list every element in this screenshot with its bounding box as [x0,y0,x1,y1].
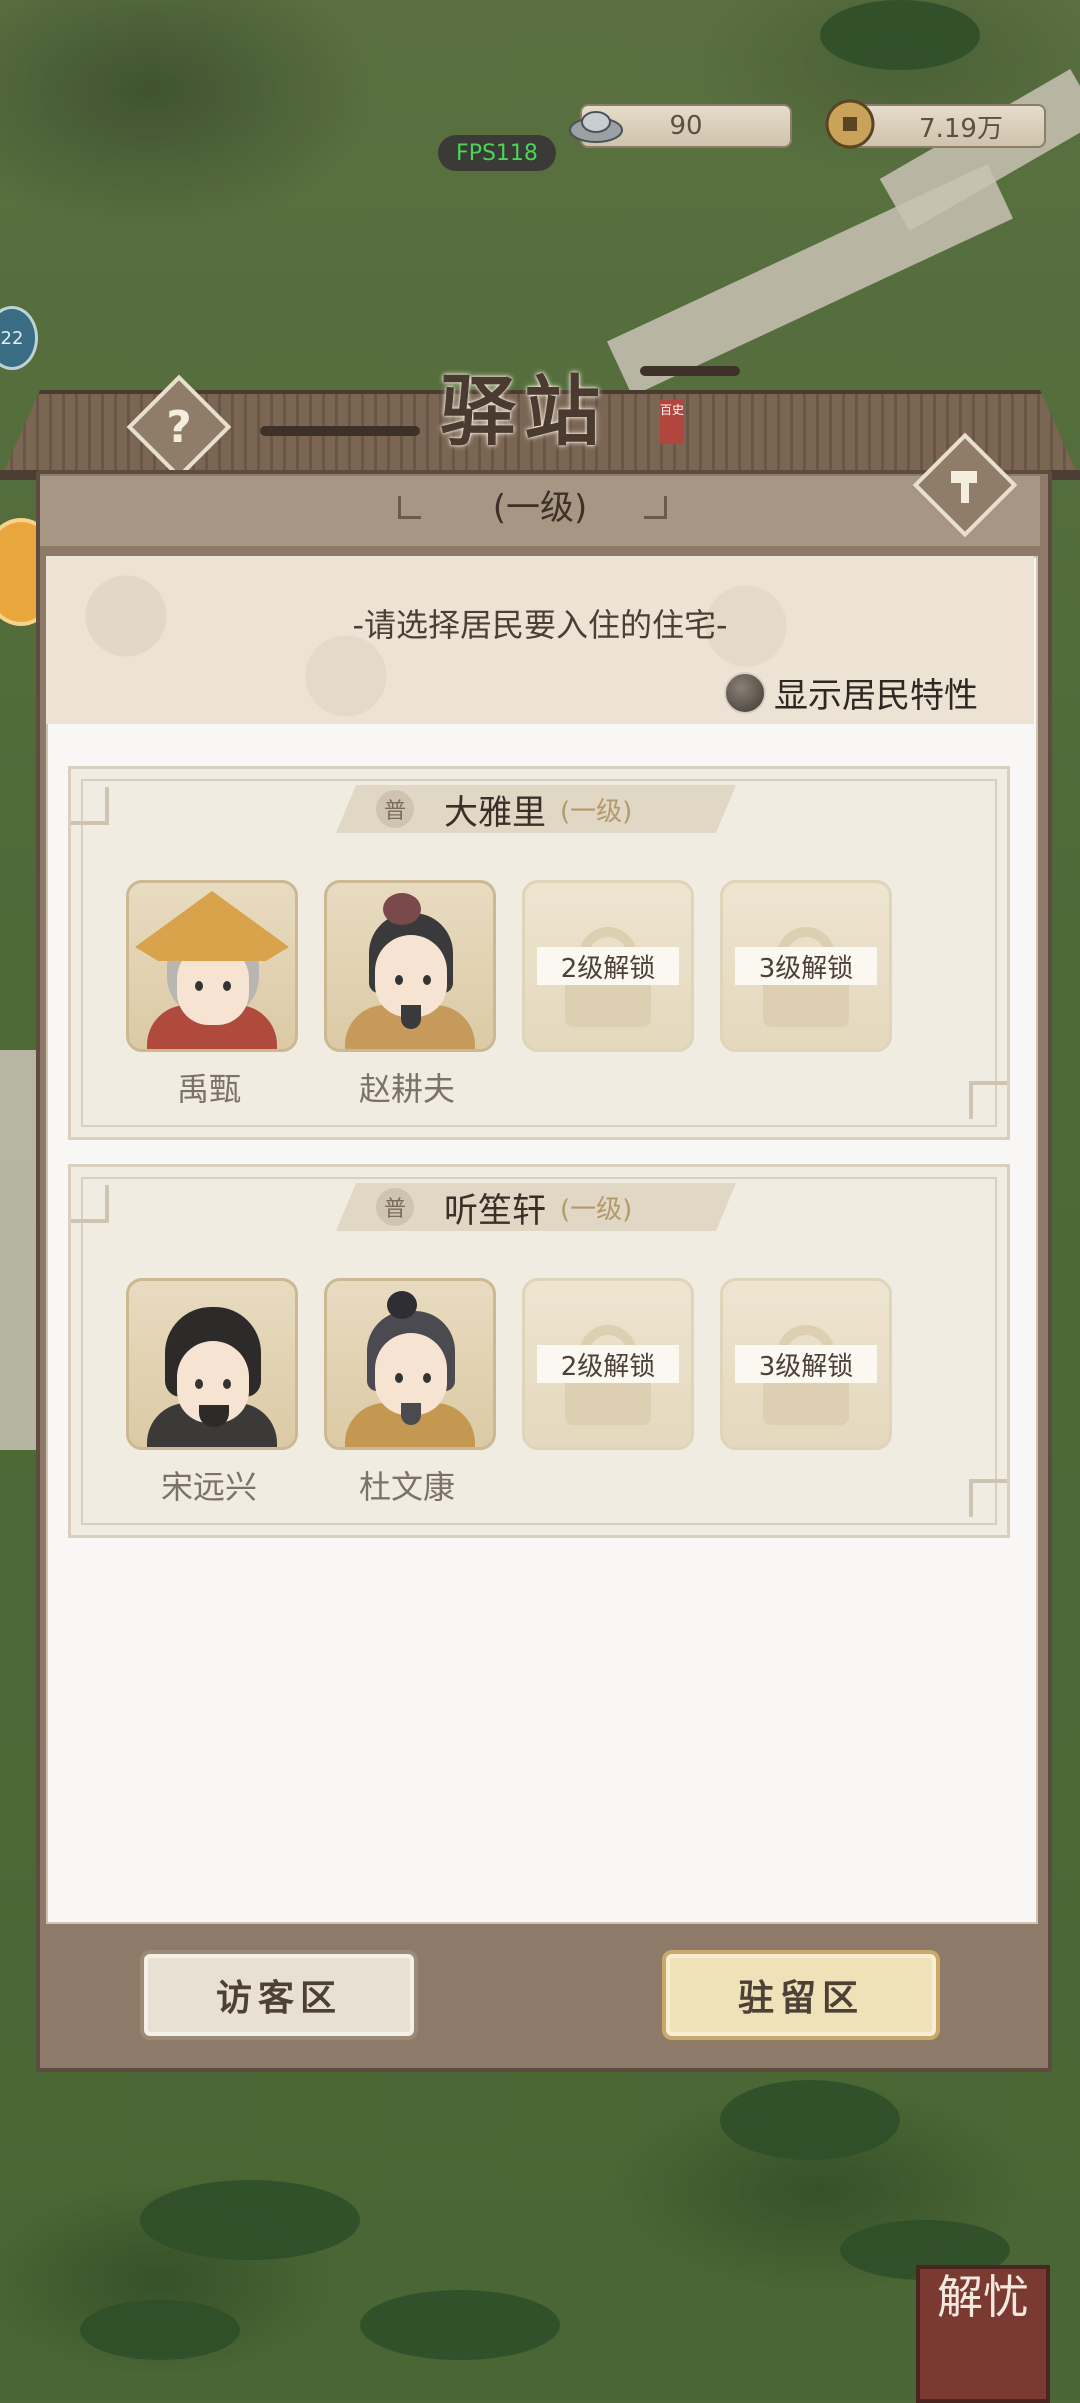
title-seal-text: 百史 [660,403,685,417]
tree [140,2180,360,2260]
show-traits-toggle[interactable]: 显示居民特性 [724,668,978,717]
house-name: 大雅里 [444,792,546,833]
select-house-prompt: -请选择居民要入住的住宅- [352,606,728,644]
resident-slot[interactable] [324,1278,496,1450]
jieyou-button[interactable]: 解忧 [916,2265,1050,2403]
panel-title: 驿站 [440,367,608,456]
tree [360,2290,560,2360]
silver-ingot-icon [566,100,626,146]
tree [820,0,980,70]
unlock-requirement: 2级解锁 [537,1345,679,1383]
road [0,1050,40,1450]
resident-slot[interactable] [126,1278,298,1450]
avatar-eye [395,975,403,985]
avatar-eye [195,981,203,991]
resident-name: 赵耕夫 [358,1070,455,1108]
visitor-area-button[interactable]: 访客区 [140,1950,418,2040]
stay-area-button[interactable]: 驻留区 [662,1950,940,2040]
hair-bun [387,1291,417,1319]
locked-slot[interactable]: 3级解锁 [720,1278,892,1450]
unlock-requirement: 2级解锁 [537,947,679,985]
side-badge-text: 22 [0,327,24,349]
corner-ornament [71,1185,109,1223]
locked-slot[interactable]: 2级解锁 [522,1278,694,1450]
hair-bun [383,893,421,925]
resident-name: 宋远兴 [160,1468,257,1506]
house-level: (一级) [560,796,633,827]
avatar-eye [223,981,231,991]
house-title-dayali: 普 大雅里 (一级) [336,785,736,833]
coin-value: 7.19万 [919,113,1003,144]
title-swirl-left [260,426,420,436]
beard [401,1005,421,1029]
question-icon: ? [166,401,192,453]
toggle-radio[interactable] [724,671,766,714]
house-title-tingshengxuan: 普 听笙轩 (一级) [336,1183,736,1231]
locked-slot[interactable]: 2级解锁 [522,880,694,1052]
corner-ornament [969,1081,1007,1119]
beard [401,1403,421,1425]
hammer-icon [932,452,998,518]
tree [720,2080,900,2160]
resident-slot[interactable] [324,880,496,1052]
avatar-eye [423,1373,431,1383]
unlock-requirement: 3级解锁 [735,1345,877,1383]
copper-coin-icon [824,98,876,150]
resident-name: 杜文康 [358,1468,455,1506]
tree [80,2300,240,2360]
house-level: (一级) [560,1194,633,1225]
avatar-eye [423,975,431,985]
title-seal: 百史 [660,400,684,444]
locked-slot[interactable]: 3级解锁 [720,880,892,1052]
avatar-eye [195,1379,203,1389]
corner-ornament [969,1479,1007,1517]
resident-name: 禹甄 [176,1070,241,1108]
title-swirl-right [640,366,740,376]
fps-counter: FPS118 [438,135,556,171]
show-traits-label: 显示居民特性 [774,676,978,716]
straw-hat [135,891,289,961]
silver-value: 90 [669,111,703,141]
house-name: 听笙轩 [444,1190,546,1231]
rarity-badge: 普 [376,1188,414,1226]
rarity-badge: 普 [376,790,414,828]
avatar-eye [223,1379,231,1389]
unlock-requirement: 3级解锁 [735,947,877,985]
corner-ornament [71,787,109,825]
resident-slot[interactable] [126,880,298,1052]
avatar-eye [395,1373,403,1383]
